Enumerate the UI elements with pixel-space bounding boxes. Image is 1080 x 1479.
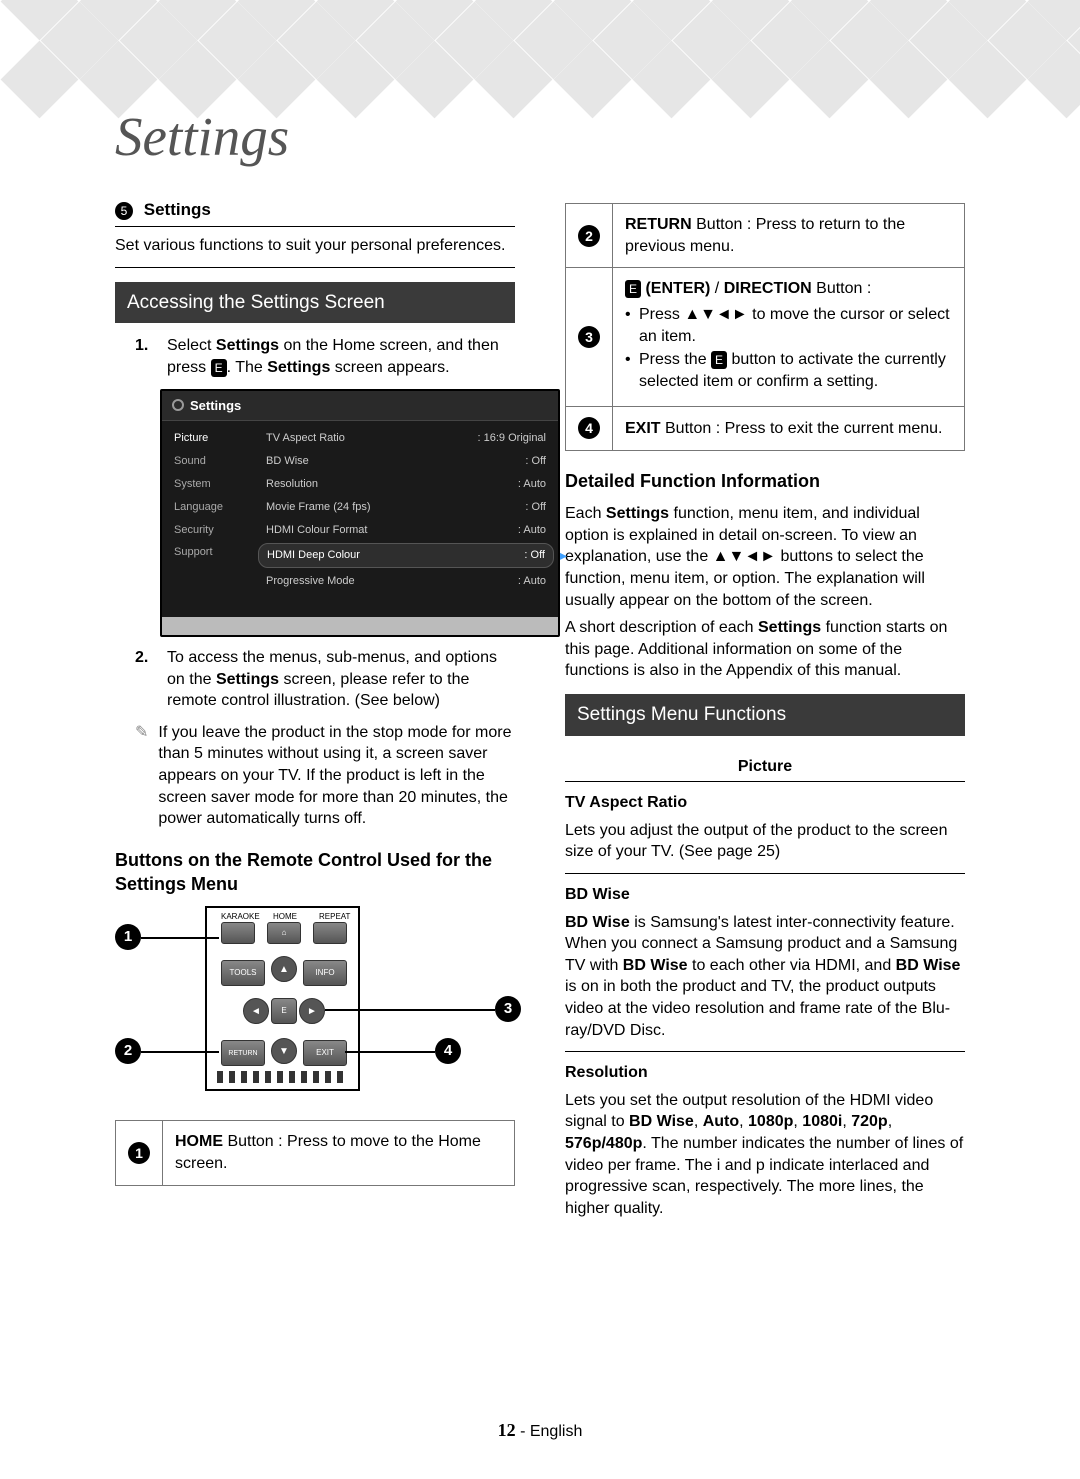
settings-row: Resolution: Auto xyxy=(266,473,546,496)
settings-sidebar-item: Picture xyxy=(162,427,262,450)
button-desc-table-right: 2 RETURN Button : Press to return to the… xyxy=(565,203,965,451)
note-screensaver: ✎ If you leave the product in the stop m… xyxy=(135,722,515,830)
button-desc-table-left: 1 HOME Button : Press to move to the Hom… xyxy=(115,1120,515,1185)
settings-row: Movie Frame (24 fps): Off xyxy=(266,496,546,519)
settings-label: Settings xyxy=(144,200,211,219)
accessing-header: Accessing the Settings Screen xyxy=(115,282,515,324)
callout-2: 2 xyxy=(115,1038,141,1064)
settings-sidebar-item: Language xyxy=(162,496,262,519)
settings-sidebar-item: Sound xyxy=(162,450,262,473)
down-button: ▼ xyxy=(271,1038,297,1064)
settings-row: HDMI Colour Format: Auto xyxy=(266,519,546,542)
note-icon: ✎ xyxy=(135,722,148,830)
step-2: 2. To access the menus, sub-menus, and o… xyxy=(135,647,515,712)
settings-row: HDMI Deep Colour: Off xyxy=(258,543,554,568)
up-button: ▲ xyxy=(271,956,297,982)
right-button: ► xyxy=(299,998,325,1024)
settings-screen-title: Settings xyxy=(190,397,241,415)
bdwise-body: BD Wise is Samsung's latest inter-connec… xyxy=(565,912,965,1042)
decorative-diamond-bottom xyxy=(0,1349,1080,1479)
enter-icon: E xyxy=(211,359,227,377)
tv-aspect-body: Lets you adjust the output of the produc… xyxy=(565,820,965,863)
settings-circled-number: 5 xyxy=(115,202,133,220)
callout-4: 4 xyxy=(435,1038,461,1064)
repeat-button xyxy=(313,922,347,944)
settings-row: TV Aspect Ratio: 16:9 Original xyxy=(266,427,546,450)
callout-3: 3 xyxy=(495,996,521,1022)
settings-screen-mock: Settings PictureSoundSystemLanguageSecur… xyxy=(160,389,560,637)
step-1: 1. Select Settings on the Home screen, a… xyxy=(135,335,515,378)
picture-category: Picture xyxy=(565,748,965,783)
tv-aspect-title: TV Aspect Ratio xyxy=(565,792,965,814)
settings-desc: Set various functions to suit your perso… xyxy=(115,235,515,257)
enter-icon: E xyxy=(625,280,641,298)
return-button: RETURN xyxy=(221,1040,265,1066)
bdwise-title: BD Wise xyxy=(565,884,965,906)
tools-button: TOOLS xyxy=(221,960,265,986)
karaoke-button xyxy=(221,922,255,944)
home-button: ⌂ xyxy=(267,922,301,944)
enter-center-button: E xyxy=(271,998,297,1024)
resolution-title: Resolution xyxy=(565,1062,965,1084)
left-button: ◄ xyxy=(243,998,269,1024)
menu-functions-header: Settings Menu Functions xyxy=(565,694,965,736)
settings-heading: 5 Settings xyxy=(115,199,515,227)
right-column: 2 RETURN Button : Press to return to the… xyxy=(565,199,965,1225)
exit-button: EXIT xyxy=(303,1040,347,1066)
enter-icon: E xyxy=(711,351,727,369)
remote-section-title: Buttons on the Remote Control Used for t… xyxy=(115,848,515,897)
settings-sidebar-item: Support xyxy=(162,541,262,564)
settings-sidebar-item: System xyxy=(162,473,262,496)
resolution-body: Lets you set the output resolution of th… xyxy=(565,1090,965,1220)
settings-row: BD Wise: Off xyxy=(266,450,546,473)
left-column: 5 Settings Set various functions to suit… xyxy=(115,199,515,1225)
settings-row: Progressive Mode: Auto xyxy=(266,570,546,593)
callout-1: 1 xyxy=(115,924,141,950)
info-button: INFO xyxy=(303,960,347,986)
settings-sidebar-item: Security xyxy=(162,519,262,542)
page-footer: 12 - English xyxy=(0,1418,1080,1443)
page-title: Settings xyxy=(0,0,1080,174)
remote-diagram: KARAOKE HOME REPEAT ⌂ TOOLS INFO ◄ ► E ▲… xyxy=(115,906,515,1106)
gear-icon xyxy=(172,399,184,411)
detail-info-title: Detailed Function Information xyxy=(565,469,965,493)
